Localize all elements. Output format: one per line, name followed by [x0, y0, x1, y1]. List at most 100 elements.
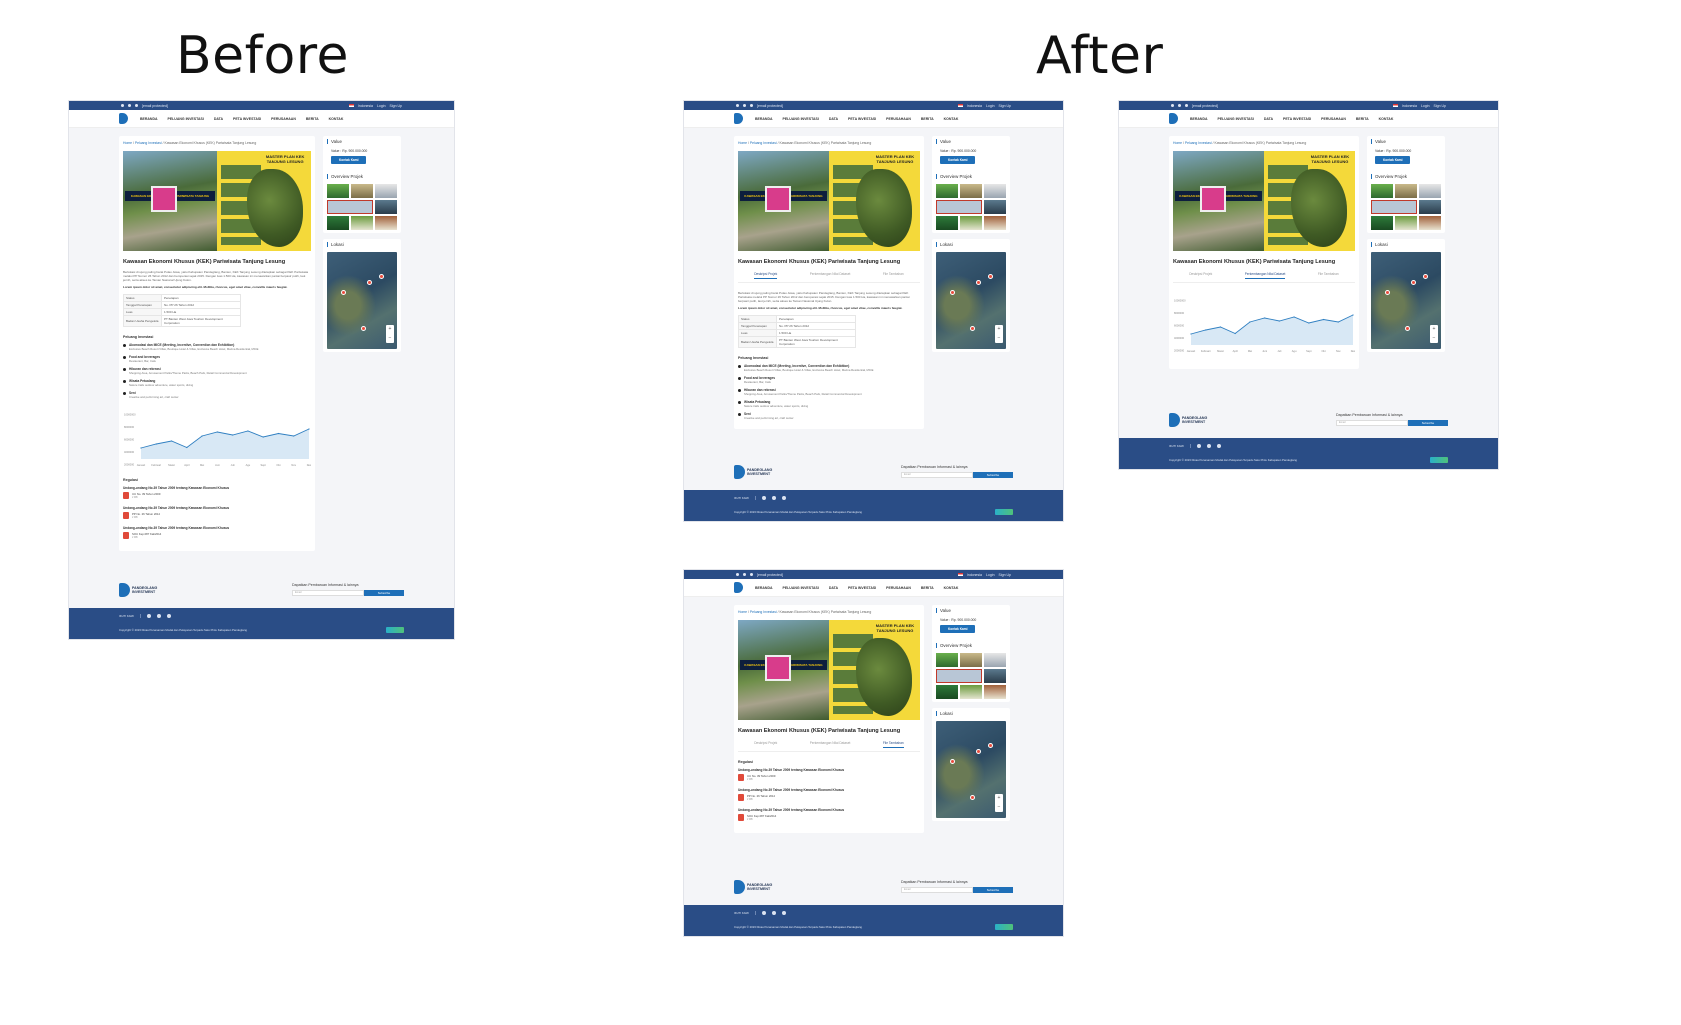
- signup-link[interactable]: Sign Up: [1434, 104, 1446, 108]
- location-map[interactable]: + −: [936, 721, 1006, 818]
- gallery-thumb[interactable]: [936, 200, 982, 214]
- contact-button[interactable]: Kontak Kami: [331, 156, 367, 164]
- gallery-thumb[interactable]: [984, 653, 1006, 667]
- site-logo[interactable]: [734, 113, 743, 124]
- instagram-icon[interactable]: [1171, 104, 1174, 107]
- gallery-thumb[interactable]: [1371, 184, 1393, 198]
- nav-item-kontak[interactable]: KONTAK: [329, 117, 344, 121]
- instagram-icon[interactable]: [146, 614, 151, 618]
- breadcrumb-home[interactable]: Home: [738, 141, 747, 145]
- facebook-icon[interactable]: [743, 104, 746, 107]
- zoom-out-icon[interactable]: −: [995, 803, 1003, 812]
- subscribe-button[interactable]: Subscribe: [973, 472, 1013, 478]
- breadcrumb-peluang[interactable]: Peluang Investasi: [1185, 141, 1212, 145]
- map-pin-icon[interactable]: [970, 326, 975, 331]
- map-pin-icon[interactable]: [1411, 280, 1416, 285]
- email-input[interactable]: Email: [901, 472, 973, 478]
- language-select[interactable]: Indonesia: [1402, 104, 1417, 108]
- gallery-thumb[interactable]: [960, 216, 982, 230]
- gallery-thumb[interactable]: [327, 184, 349, 198]
- youtube-icon[interactable]: [750, 104, 753, 107]
- nav-item-beranda[interactable]: BERANDA: [140, 117, 158, 121]
- gallery-thumb[interactable]: [375, 184, 397, 198]
- nav-item-peta-investasi[interactable]: PETA INVESTASI: [848, 586, 876, 590]
- signup-link[interactable]: Sign Up: [390, 104, 402, 108]
- login-link[interactable]: Login: [1421, 104, 1430, 108]
- gallery-thumb[interactable]: [1419, 216, 1441, 230]
- site-logo[interactable]: [734, 582, 743, 593]
- gallery-thumb[interactable]: [984, 685, 1006, 699]
- instagram-icon[interactable]: [736, 573, 739, 576]
- breadcrumb-peluang[interactable]: Peluang Investasi: [750, 610, 777, 614]
- map-pin-icon[interactable]: [950, 290, 955, 295]
- gallery-thumb[interactable]: [375, 216, 397, 230]
- zoom-in-icon[interactable]: +: [386, 325, 394, 334]
- location-map[interactable]: + −: [327, 252, 397, 349]
- instagram-icon[interactable]: [1196, 444, 1201, 448]
- facebook-icon[interactable]: [156, 614, 161, 618]
- nav-item-perusahaan[interactable]: PERUSAHAAN: [886, 117, 911, 121]
- map-pin-icon[interactable]: [379, 274, 384, 279]
- language-select[interactable]: Indonesia: [358, 104, 373, 108]
- youtube-icon[interactable]: [135, 104, 138, 107]
- subscribe-button[interactable]: Subscribe: [1408, 420, 1448, 426]
- map-pin-icon[interactable]: [976, 749, 981, 754]
- map-pin-icon[interactable]: [970, 795, 975, 800]
- nav-item-data[interactable]: DATA: [829, 586, 838, 590]
- contact-button[interactable]: Kontak Kami: [1375, 156, 1411, 164]
- login-link[interactable]: Login: [986, 104, 995, 108]
- email-input[interactable]: Email: [1336, 420, 1408, 426]
- youtube-icon[interactable]: [166, 614, 171, 618]
- gallery-thumb[interactable]: [936, 669, 982, 683]
- gallery-thumb[interactable]: [960, 685, 982, 699]
- map-pin-icon[interactable]: [950, 759, 955, 764]
- gallery-thumb[interactable]: [960, 653, 982, 667]
- instagram-icon[interactable]: [761, 496, 766, 500]
- nav-item-kontak[interactable]: KONTAK: [944, 117, 959, 121]
- gallery-thumb[interactable]: [1395, 216, 1417, 230]
- nav-item-peluang-investasi[interactable]: PELUANG INVESTASI: [783, 117, 819, 121]
- gallery-thumb[interactable]: [351, 216, 373, 230]
- tab-deskripsi[interactable]: Deskripsi Projek: [1189, 272, 1212, 279]
- nav-item-data[interactable]: DATA: [1264, 117, 1273, 121]
- gallery-thumb[interactable]: [984, 200, 1006, 214]
- login-link[interactable]: Login: [377, 104, 386, 108]
- zoom-in-icon[interactable]: +: [1430, 325, 1438, 334]
- tab-perkembangan[interactable]: Perkembangan Nilai Dataset: [810, 741, 851, 748]
- nav-item-berita[interactable]: BERITA: [921, 586, 934, 590]
- nav-item-peta-investasi[interactable]: PETA INVESTASI: [848, 117, 876, 121]
- site-logo[interactable]: [119, 113, 128, 124]
- location-map[interactable]: + −: [936, 252, 1006, 349]
- gallery-thumb[interactable]: [327, 200, 373, 214]
- map-pin-icon[interactable]: [341, 290, 346, 295]
- map-zoom-control[interactable]: + −: [386, 325, 394, 343]
- facebook-icon[interactable]: [771, 911, 776, 915]
- instagram-icon[interactable]: [736, 104, 739, 107]
- map-pin-icon[interactable]: [988, 274, 993, 279]
- nav-item-peluang-investasi[interactable]: PELUANG INVESTASI: [168, 117, 204, 121]
- map-zoom-control[interactable]: + −: [995, 794, 1003, 812]
- facebook-icon[interactable]: [128, 104, 131, 107]
- tab-file[interactable]: File Tambahan: [883, 272, 904, 279]
- email-input[interactable]: Email: [901, 887, 973, 893]
- nav-item-perusahaan[interactable]: PERUSAHAAN: [886, 586, 911, 590]
- zoom-in-icon[interactable]: +: [995, 794, 1003, 803]
- subscribe-button[interactable]: Subscribe: [973, 887, 1013, 893]
- regulasi-file[interactable]: UU No. 39 Tahun 2009 2 MB: [123, 492, 311, 499]
- nav-item-perusahaan[interactable]: PERUSAHAAN: [1321, 117, 1346, 121]
- map-zoom-control[interactable]: + −: [995, 325, 1003, 343]
- gallery-thumb[interactable]: [1371, 200, 1417, 214]
- nav-item-beranda[interactable]: BERANDA: [755, 586, 773, 590]
- facebook-icon[interactable]: [771, 496, 776, 500]
- signup-link[interactable]: Sign Up: [999, 104, 1011, 108]
- nav-item-data[interactable]: DATA: [214, 117, 223, 121]
- nav-item-berita[interactable]: BERITA: [921, 117, 934, 121]
- instagram-icon[interactable]: [761, 911, 766, 915]
- nav-item-kontak[interactable]: KONTAK: [944, 586, 959, 590]
- subscribe-button[interactable]: Subscribe: [364, 590, 404, 596]
- gallery-thumb[interactable]: [984, 669, 1006, 683]
- breadcrumb-home[interactable]: Home: [738, 610, 747, 614]
- youtube-icon[interactable]: [1216, 444, 1221, 448]
- map-pin-icon[interactable]: [367, 280, 372, 285]
- nav-item-peta-investasi[interactable]: PETA INVESTASI: [1283, 117, 1311, 121]
